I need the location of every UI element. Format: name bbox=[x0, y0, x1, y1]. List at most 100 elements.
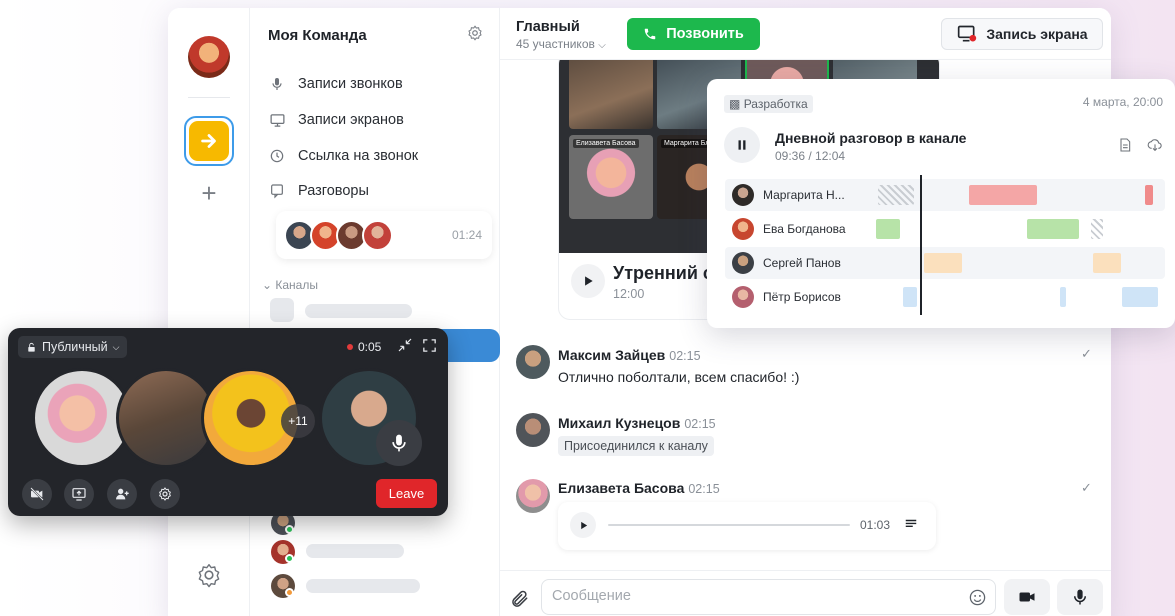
clock-icon bbox=[268, 147, 286, 165]
message-time: 02:15 bbox=[688, 482, 720, 496]
workspace-rail: + bbox=[168, 8, 250, 616]
team-name: Моя Команда bbox=[268, 27, 367, 44]
mic-toggle[interactable] bbox=[376, 420, 422, 466]
avatar[interactable] bbox=[516, 479, 550, 513]
timeline-segment bbox=[1122, 287, 1158, 307]
call-settings-button[interactable] bbox=[150, 479, 180, 509]
participants-dropdown[interactable]: 45 участников ⌵ bbox=[516, 37, 606, 51]
transcript-doc-icon[interactable] bbox=[1117, 137, 1133, 153]
chat-header: Главный 45 участников ⌵ Позвонить Запись… bbox=[500, 8, 1111, 60]
screen-share-icon bbox=[72, 488, 86, 501]
message-author: Елизавета Басова 02:15 bbox=[558, 480, 720, 496]
pause-button[interactable] bbox=[724, 127, 760, 163]
message-text: Отлично поболтали, всем спасибо! :) bbox=[558, 369, 800, 385]
pause-icon bbox=[738, 140, 746, 150]
recording-time: 12:00 bbox=[613, 287, 645, 301]
channels-section-label[interactable]: ⌄ Каналы bbox=[262, 278, 318, 292]
add-user-icon bbox=[116, 488, 129, 500]
tile-label: Елизавета Басова bbox=[573, 139, 639, 148]
channel-tag-label: Разработка bbox=[743, 97, 808, 111]
avatar[interactable] bbox=[516, 345, 550, 379]
timeline-segment bbox=[1093, 253, 1121, 273]
call-duration: 0:05 bbox=[347, 340, 381, 354]
minimize-icon[interactable] bbox=[397, 337, 415, 355]
add-team-icon[interactable]: + bbox=[196, 180, 222, 206]
call-button[interactable]: Позвонить bbox=[627, 18, 760, 50]
audio-play-button[interactable] bbox=[570, 512, 596, 538]
user-avatar[interactable] bbox=[188, 36, 230, 78]
team-logo-icon bbox=[189, 121, 229, 161]
emoji-icon[interactable] bbox=[968, 588, 987, 612]
playback-progress: 09:36 / 12:04 bbox=[775, 149, 846, 163]
visibility-dropdown[interactable]: Публичный ⌵ bbox=[18, 336, 128, 358]
voice-message-button[interactable] bbox=[1057, 579, 1103, 615]
recording-title: Дневной разговор в канале bbox=[775, 130, 967, 146]
add-participant-button[interactable] bbox=[107, 479, 137, 509]
download-icon[interactable] bbox=[1147, 137, 1163, 153]
avatar[interactable] bbox=[516, 413, 550, 447]
channel-icon bbox=[270, 298, 294, 322]
message-input[interactable] bbox=[552, 588, 952, 604]
chat-icon bbox=[268, 182, 286, 200]
sidebar-item-call-link[interactable]: Ссылка на звонок bbox=[268, 145, 418, 167]
avatar bbox=[732, 252, 754, 274]
team-icon: ▩ bbox=[729, 97, 741, 111]
recording-popup: ▩ Разработка 4 марта, 20:00 Дневной разг… bbox=[707, 79, 1175, 328]
timeline-segment bbox=[1027, 219, 1079, 239]
participant-name: Ева Богданова bbox=[763, 222, 846, 236]
timeline-row[interactable]: Ева Богданова bbox=[725, 213, 1165, 245]
leave-call-button[interactable]: Leave bbox=[376, 479, 437, 508]
video-message-button[interactable] bbox=[1004, 579, 1050, 615]
sidebar-item-label: Разговоры bbox=[298, 183, 369, 199]
channel-title: Главный bbox=[516, 19, 580, 35]
conversation-card[interactable]: 01:24 bbox=[276, 211, 492, 259]
team-switcher[interactable] bbox=[184, 116, 234, 166]
camera-off-button[interactable] bbox=[22, 479, 52, 509]
lock-open-icon bbox=[28, 342, 35, 352]
timeline-segment bbox=[1145, 185, 1153, 205]
call-timer: 0:05 bbox=[358, 340, 382, 354]
channel-placeholder bbox=[305, 304, 412, 318]
play-button[interactable] bbox=[571, 264, 605, 298]
play-icon bbox=[585, 276, 593, 286]
video-tile: Елизавета Басова bbox=[569, 135, 653, 219]
conversation-duration: 01:24 bbox=[451, 228, 482, 242]
settings-gear-icon[interactable] bbox=[196, 562, 222, 588]
gear-icon bbox=[159, 487, 171, 501]
call-widget: Публичный ⌵ 0:05 +11 Leave bbox=[8, 328, 448, 516]
fullscreen-icon[interactable] bbox=[421, 337, 439, 355]
author-name: Елизавета Басова bbox=[558, 480, 685, 496]
audio-progress[interactable] bbox=[608, 524, 850, 526]
timeline-row[interactable]: Маргарита Н... bbox=[725, 179, 1165, 211]
screen-record-button[interactable]: Запись экрана bbox=[941, 18, 1103, 50]
transcript-icon[interactable] bbox=[904, 517, 918, 536]
sidebar-item-label: Записи экранов bbox=[298, 112, 404, 128]
timeline-row[interactable]: Пётр Борисов bbox=[725, 281, 1165, 313]
playhead[interactable] bbox=[920, 175, 922, 315]
timeline-row[interactable]: Сергей Панов bbox=[725, 247, 1165, 279]
sidebar-item-conversations[interactable]: Разговоры bbox=[268, 180, 369, 202]
attach-icon[interactable] bbox=[510, 589, 530, 614]
composer bbox=[500, 570, 1111, 616]
more-participants-count[interactable]: +11 bbox=[281, 404, 315, 438]
sidebar-item-call-records[interactable]: Записи звонков bbox=[268, 73, 403, 95]
online-status-dot bbox=[285, 525, 294, 534]
screen-record-label: Запись экрана bbox=[986, 26, 1088, 42]
user-placeholder bbox=[306, 579, 420, 593]
team-settings-icon[interactable] bbox=[466, 24, 484, 42]
read-check-icon: ✓ bbox=[1081, 480, 1092, 495]
screen-share-button[interactable] bbox=[64, 479, 94, 509]
avatar bbox=[732, 218, 754, 240]
author-name: Максим Зайцев bbox=[558, 347, 666, 363]
away-status-dot bbox=[285, 588, 294, 597]
recording-dot bbox=[347, 344, 353, 350]
rail-divider bbox=[188, 97, 230, 98]
recording-date: 4 марта, 20:00 bbox=[1082, 95, 1163, 109]
participants-count: 45 участников bbox=[516, 37, 595, 51]
video-tile bbox=[569, 53, 653, 129]
online-status-dot bbox=[285, 554, 294, 563]
sidebar-item-screen-records[interactable]: Записи экранов bbox=[268, 109, 404, 131]
visibility-label: Публичный bbox=[42, 340, 108, 354]
timeline-segment bbox=[903, 287, 917, 307]
screen-record-icon bbox=[958, 25, 977, 42]
